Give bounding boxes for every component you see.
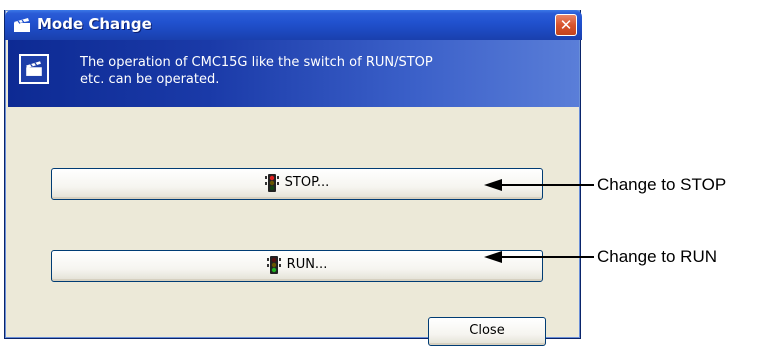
run-annotation-label: Change to RUN (597, 247, 718, 266)
traffic-light-green-icon (266, 256, 281, 274)
banner-description: The operation of CMC15G like the switch … (80, 54, 560, 88)
title-bar[interactable]: Mode Change ✕ (5, 10, 582, 40)
mode-change-dialog: Mode Change ✕ The operation of CMC15G li… (4, 10, 582, 346)
clapperboard-icon (19, 54, 49, 84)
info-banner: The operation of CMC15G like the switch … (8, 40, 579, 107)
run-annotation-arrow (484, 251, 594, 263)
close-button[interactable]: Close (428, 317, 546, 346)
banner-text-line-1: The operation of CMC15G like the switch … (80, 55, 433, 70)
close-window-button[interactable]: ✕ (555, 14, 577, 36)
banner-text-line-2: etc. can be operated. (80, 72, 220, 87)
run-button[interactable]: RUN... (51, 250, 543, 282)
stop-button[interactable]: STOP... (51, 168, 543, 200)
traffic-light-red-icon (264, 174, 279, 192)
stop-button-label: STOP... (284, 175, 330, 190)
stop-annotation-label: Change to STOP (597, 175, 727, 194)
clapperboard-icon (14, 18, 30, 32)
window-title: Mode Change (37, 15, 152, 33)
run-button-label: RUN... (286, 257, 328, 272)
stop-annotation-arrow (484, 179, 594, 191)
